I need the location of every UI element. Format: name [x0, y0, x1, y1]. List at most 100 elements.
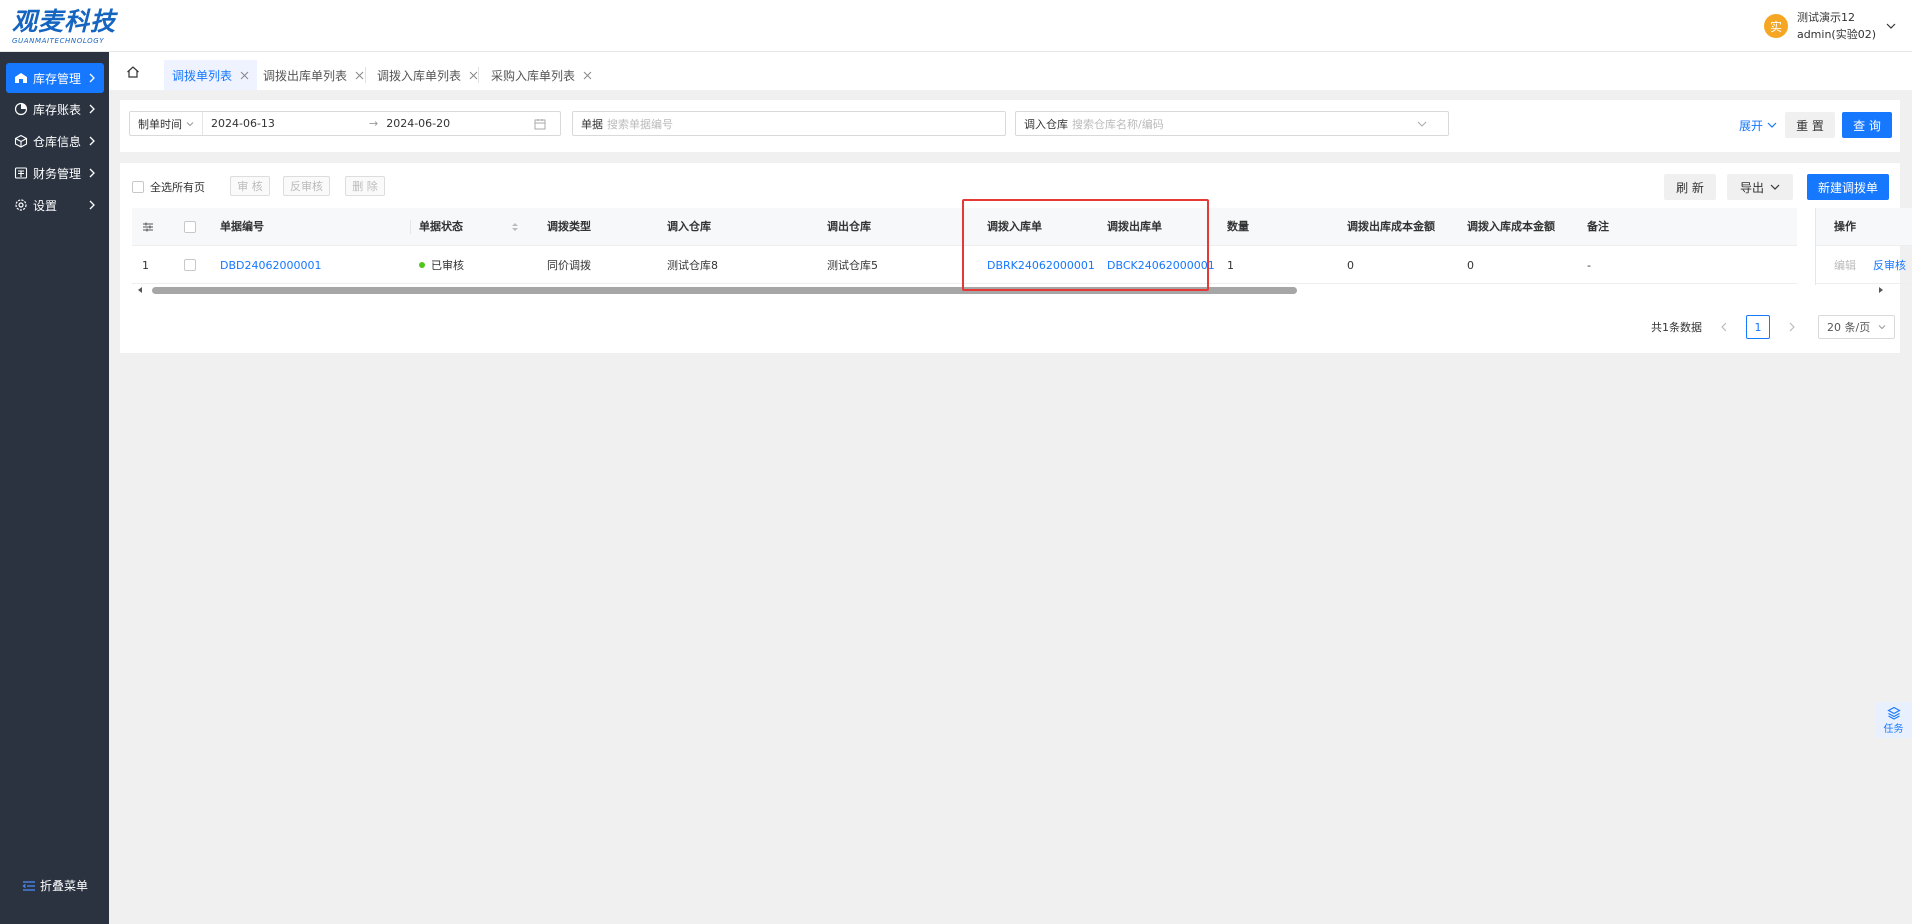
sort-icon[interactable] [511, 221, 519, 233]
checkbox[interactable] [132, 181, 144, 193]
tab-label: 调拨入库单列表 [377, 68, 462, 83]
collapse-menu-label: 折叠菜单 [40, 879, 89, 893]
task-button[interactable]: 任务 [1875, 702, 1912, 738]
calendar-icon[interactable] [534, 118, 546, 130]
row-checkbox[interactable] [184, 259, 196, 271]
col-header-in-warehouse: 调入仓库 [667, 220, 711, 233]
approve-button[interactable]: 审 核 [230, 176, 270, 196]
gear-icon [15, 199, 27, 211]
page-1-button[interactable]: 1 [1746, 315, 1770, 339]
sidebar: 库存管理 库存账表 仓库信息 财务管理 设置 折叠菜单 [0, 52, 109, 924]
status-dot [419, 262, 425, 268]
col-header-in-cost: 调拨入库成本金额 [1467, 220, 1555, 233]
sidebar-item-warehouse[interactable]: 仓库信息 [6, 126, 104, 156]
doc-no-filter[interactable]: 单据 搜索单据编号 [572, 111, 1006, 136]
delete-button[interactable]: 删 除 [345, 176, 385, 196]
remark: - [1587, 259, 1591, 272]
table-panel: 全选所有页 审 核 反审核 删 除 刷 新 导出 新建调拨单 单据编号 单据状态… [120, 163, 1912, 353]
unapprove-link[interactable]: 反审核 [1873, 247, 1906, 284]
tab-transfer-list[interactable]: 调拨单列表 [164, 60, 258, 90]
sidebar-item-ledger[interactable]: 库存账表 [6, 94, 104, 124]
chevron-right-icon [89, 168, 95, 178]
prev-page-icon[interactable] [1720, 322, 1728, 332]
start-date-input[interactable]: 2024-06-13 [211, 117, 369, 130]
top-header: 观麦科技 GUANMAITECHNOLOGY 实 测试演示12 admin(实验… [0, 0, 1912, 52]
page-size-select[interactable]: 20 条/页 [1818, 315, 1896, 339]
doc-no-input[interactable]: 搜索单据编号 [607, 116, 673, 132]
chevron-right-icon [89, 200, 95, 210]
pagination: 共1条数据 1 20 条/页 [1651, 314, 1896, 340]
chevron-down-icon[interactable] [1886, 21, 1896, 31]
tab-purchase-in-list[interactable]: 采购入库单列表 [483, 60, 600, 90]
sidebar-item-finance[interactable]: 财务管理 [6, 158, 104, 188]
collapse-menu-button[interactable]: 折叠菜单 [22, 877, 88, 894]
end-date-input[interactable]: 2024-06-20 [386, 117, 534, 130]
close-icon[interactable] [469, 71, 478, 80]
col-header-type: 调拨类型 [547, 220, 591, 233]
scroll-left-icon[interactable] [136, 286, 144, 294]
box-icon [14, 134, 28, 148]
company-logo[interactable]: 观麦科技 GUANMAITECHNOLOGY [12, 7, 122, 46]
quantity: 1 [1227, 259, 1234, 272]
select-all-checkbox[interactable] [184, 221, 196, 233]
export-button[interactable]: 导出 [1727, 174, 1793, 200]
status-badge: 已审核 [419, 247, 464, 284]
chevron-down-icon [1878, 325, 1886, 330]
col-header-out-cost: 调拨出库成本金额 [1347, 220, 1435, 233]
sidebar-item-label: 设置 [33, 198, 58, 213]
pager-total: 共1条数据 [1651, 321, 1702, 334]
sidebar-item-settings[interactable]: 设置 [6, 190, 104, 220]
column-settings-icon[interactable] [142, 221, 154, 233]
tab-transfer-out-list[interactable]: 调拨出库单列表 [255, 60, 372, 90]
user-name: 测试演示12 [1796, 11, 1855, 24]
in-warehouse-select[interactable]: 搜索仓库名称/编码 [1072, 116, 1417, 132]
tab-transfer-in-list[interactable]: 调拨入库单列表 [369, 60, 486, 90]
col-header-remark: 备注 [1587, 220, 1609, 233]
select-all-pages-label: 全选所有页 [150, 181, 205, 194]
select-all-pages-checkbox[interactable]: 全选所有页 [132, 179, 205, 195]
new-transfer-button[interactable]: 新建调拨单 [1807, 174, 1889, 200]
chevron-down-icon [186, 121, 194, 126]
close-icon[interactable] [240, 71, 249, 80]
scrollbar-thumb[interactable] [152, 287, 1297, 294]
sidebar-item-label: 财务管理 [33, 166, 82, 181]
next-page-icon[interactable] [1788, 322, 1796, 332]
in-warehouse-label: 调入仓库 [1024, 117, 1068, 131]
chart-icon [14, 102, 28, 116]
out-doc-link[interactable]: DBCK24062000001 [1107, 247, 1215, 284]
tab-divider [478, 67, 479, 83]
close-icon[interactable] [355, 71, 364, 80]
in-warehouse-filter[interactable]: 调入仓库 搜索仓库名称/编码 [1015, 111, 1449, 136]
date-type-select[interactable]: 制单时间 [130, 112, 203, 135]
refresh-button[interactable]: 刷 新 [1664, 174, 1716, 200]
sidebar-item-inventory[interactable]: 库存管理 [6, 63, 104, 93]
close-icon[interactable] [583, 71, 592, 80]
warehouse-icon [15, 73, 27, 83]
ops-column: 操作 编辑 反审核 删除 [1815, 208, 1912, 285]
doc-no-link[interactable]: DBD24062000001 [220, 247, 321, 284]
edit-link[interactable]: 编辑 [1834, 247, 1856, 284]
date-range-filter: 制单时间 2024-06-13 → 2024-06-20 [129, 111, 561, 136]
sidebar-item-label: 仓库信息 [33, 134, 82, 149]
expand-button[interactable]: 展开 [1735, 112, 1781, 138]
layers-icon [1886, 706, 1901, 720]
tab-label: 调拨单列表 [172, 68, 233, 83]
sidebar-item-label: 库存账表 [33, 102, 82, 117]
col-header-doc-no: 单据编号 [220, 220, 264, 233]
doc-no-label: 单据 [581, 117, 603, 131]
logo-main-text: 观麦科技 [12, 7, 117, 36]
scroll-right-icon[interactable] [1877, 286, 1885, 294]
table-row[interactable]: 1 DBD24062000001 已审核 同价调拨 测试仓库8 测试仓库5 DB… [132, 247, 1797, 284]
col-header-status: 单据状态 [419, 220, 463, 233]
horizontal-scrollbar[interactable] [132, 285, 1883, 295]
unapprove-button[interactable]: 反审核 [283, 176, 330, 196]
chevron-down-icon [1417, 121, 1427, 127]
out-cost: 0 [1347, 259, 1354, 272]
reset-button[interactable]: 重 置 [1785, 112, 1835, 138]
tab-label: 调拨出库单列表 [263, 68, 348, 83]
search-button[interactable]: 查 询 [1842, 112, 1892, 138]
avatar: 实 [1763, 14, 1788, 38]
user-menu[interactable]: 实 测试演示12 admin(实验02) [1763, 9, 1896, 43]
in-doc-link[interactable]: DBRK24062000001 [987, 247, 1095, 284]
home-icon[interactable] [126, 65, 140, 79]
